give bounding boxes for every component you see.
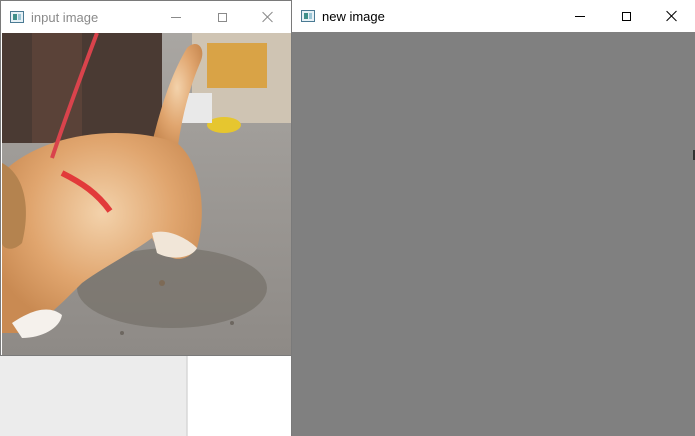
- new-minimize-button[interactable]: [557, 0, 603, 32]
- new-image-canvas: [292, 32, 695, 436]
- new-window-title: new image: [322, 8, 385, 24]
- input-image-window[interactable]: input image: [0, 0, 292, 356]
- input-window-title: input image: [31, 9, 99, 25]
- maximize-icon: [621, 11, 631, 21]
- new-close-button[interactable]: [649, 0, 695, 32]
- close-icon: [262, 11, 274, 23]
- close-icon: [666, 10, 678, 22]
- new-window-controls: [557, 0, 695, 32]
- app-window-icon: [301, 10, 315, 22]
- new-maximize-button[interactable]: [603, 0, 649, 32]
- desktop-background: [0, 356, 188, 436]
- maximize-icon: [217, 12, 227, 22]
- new-window-titlebar[interactable]: new image: [292, 0, 695, 32]
- new-image-window[interactable]: new image: [291, 0, 695, 436]
- app-window-icon: [10, 11, 24, 23]
- input-image-canvas: [2, 33, 291, 355]
- cat-photo: [2, 33, 291, 355]
- input-minimize-button[interactable]: [153, 1, 199, 33]
- input-window-titlebar[interactable]: input image: [1, 1, 291, 33]
- minimize-icon: [171, 16, 181, 18]
- input-maximize-button[interactable]: [199, 1, 245, 33]
- input-window-controls: [153, 1, 291, 33]
- minimize-icon: [575, 15, 585, 17]
- input-close-button[interactable]: [245, 1, 291, 33]
- desktop-background-white: [188, 356, 291, 436]
